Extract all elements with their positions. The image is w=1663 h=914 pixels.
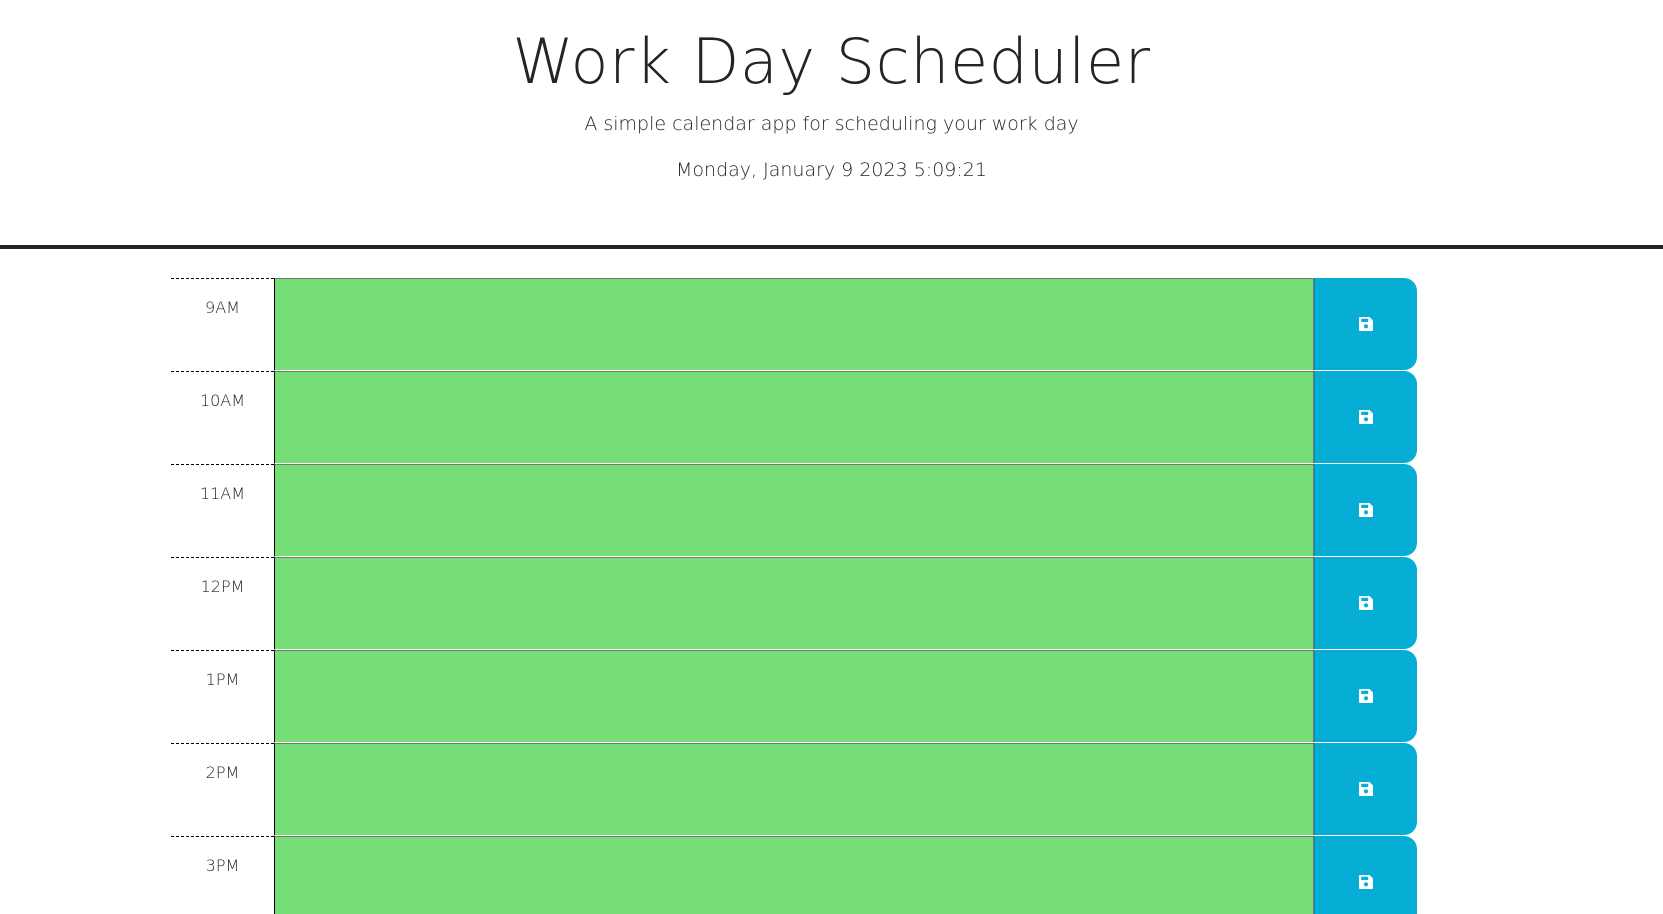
floppy-disk-icon bbox=[1359, 410, 1373, 424]
hour-label: 2PM bbox=[171, 743, 274, 836]
hour-label: 10AM bbox=[171, 371, 274, 464]
event-description-input[interactable] bbox=[274, 557, 1314, 650]
save-button[interactable] bbox=[1314, 371, 1417, 463]
event-description-input[interactable] bbox=[274, 278, 1314, 371]
page-title: Work Day Scheduler bbox=[512, 25, 1151, 98]
event-description-input[interactable] bbox=[274, 371, 1314, 464]
floppy-disk-icon bbox=[1359, 317, 1373, 331]
scheduler-container: 9AM 10AM 11AM 12PM 1PM 2PM 3PM bbox=[171, 278, 1417, 914]
floppy-disk-icon bbox=[1359, 875, 1373, 889]
hour-label: 11AM bbox=[171, 464, 274, 557]
event-description-input[interactable] bbox=[274, 464, 1314, 557]
event-description-input[interactable] bbox=[274, 650, 1314, 743]
hour-label: 9AM bbox=[171, 278, 274, 371]
page-subtitle: A simple calendar app for scheduling you… bbox=[584, 113, 1079, 135]
save-button[interactable] bbox=[1314, 650, 1417, 742]
floppy-disk-icon bbox=[1359, 503, 1373, 517]
page-header: Work Day Scheduler A simple calendar app… bbox=[0, 0, 1663, 249]
save-button[interactable] bbox=[1314, 464, 1417, 556]
time-block-row: 2PM bbox=[171, 743, 1417, 836]
time-block-row: 10AM bbox=[171, 371, 1417, 464]
hour-label: 1PM bbox=[171, 650, 274, 743]
floppy-disk-icon bbox=[1359, 689, 1373, 703]
time-block-row: 11AM bbox=[171, 464, 1417, 557]
time-block-row: 12PM bbox=[171, 557, 1417, 650]
time-block-row: 3PM bbox=[171, 836, 1417, 914]
hour-label: 12PM bbox=[171, 557, 274, 650]
save-button[interactable] bbox=[1314, 557, 1417, 649]
event-description-input[interactable] bbox=[274, 743, 1314, 836]
save-button[interactable] bbox=[1314, 743, 1417, 835]
save-button[interactable] bbox=[1314, 836, 1417, 914]
save-button[interactable] bbox=[1314, 278, 1417, 370]
hour-label: 3PM bbox=[171, 836, 274, 914]
floppy-disk-icon bbox=[1359, 782, 1373, 796]
current-datetime: Monday, January 9 2023 5:09:21 bbox=[676, 159, 987, 181]
event-description-input[interactable] bbox=[274, 836, 1314, 914]
time-block-row: 1PM bbox=[171, 650, 1417, 743]
floppy-disk-icon bbox=[1359, 596, 1373, 610]
time-block-row: 9AM bbox=[171, 278, 1417, 371]
